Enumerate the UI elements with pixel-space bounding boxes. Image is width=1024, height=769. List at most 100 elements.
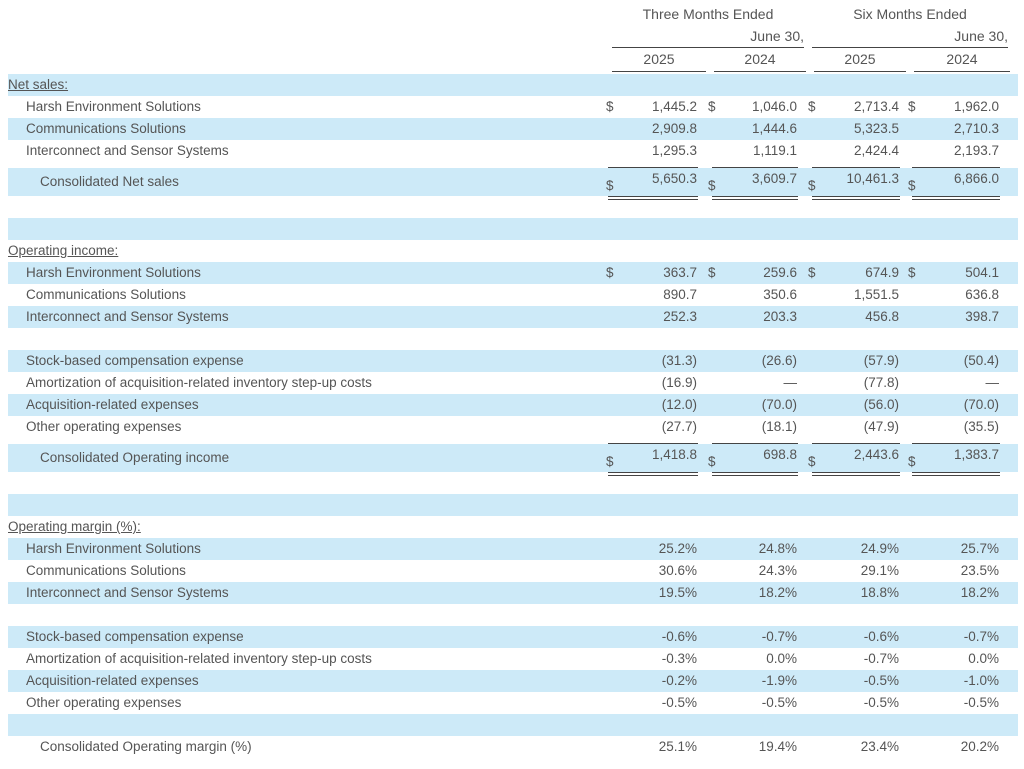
total-double-rule bbox=[712, 196, 798, 197]
table-row: Stock-based compensation expense -0.6% -0.… bbox=[8, 626, 1018, 648]
row-label: Amortization of acquisition-related inve… bbox=[26, 375, 372, 390]
cell-value: 1,551.5 bbox=[853, 287, 899, 302]
cell-value: -1.9% bbox=[761, 673, 797, 688]
currency-symbol: $ bbox=[708, 99, 716, 114]
cell-value: -0.5% bbox=[863, 695, 899, 710]
cell-value: 0.0% bbox=[968, 651, 999, 666]
cell-value: -0.7% bbox=[761, 629, 797, 644]
total-double-rule bbox=[912, 475, 1000, 476]
table-row: Other operating expenses (27.7) (18.1) (47.… bbox=[8, 416, 1018, 438]
section-title: Operating margin (%): bbox=[8, 519, 141, 534]
subtotal-rule bbox=[912, 167, 1000, 168]
cell-value: 363.7 bbox=[663, 265, 697, 280]
cell-value: 10,461.3 bbox=[846, 171, 899, 186]
cell-value: 1,295.3 bbox=[651, 143, 697, 158]
row-label: Harsh Environment Solutions bbox=[26, 265, 201, 280]
cell-value: (70.0) bbox=[761, 397, 797, 412]
cell-value: 23.4% bbox=[860, 739, 899, 754]
table-row: Harsh Environment Solutions 25.2% 24.8% 24.… bbox=[8, 538, 1018, 560]
cell-value: -0.6% bbox=[661, 629, 697, 644]
currency-symbol: $ bbox=[908, 265, 916, 280]
section-header-row: Net sales: bbox=[8, 74, 1018, 96]
cell-value: 504.1 bbox=[965, 265, 999, 280]
total-double-rule bbox=[912, 196, 1000, 197]
cell-value: 18.2% bbox=[960, 585, 999, 600]
cell-value: 674.9 bbox=[865, 265, 899, 280]
cell-value: 1,383.7 bbox=[953, 447, 999, 462]
cell-value: 30.6% bbox=[658, 563, 697, 578]
cell-value: 259.6 bbox=[763, 265, 797, 280]
subtotal-rule bbox=[812, 167, 900, 168]
total-double-rule bbox=[608, 199, 698, 200]
currency-symbol: $ bbox=[808, 265, 816, 280]
row-label: Interconnect and Sensor Systems bbox=[26, 309, 229, 324]
section-header-row: Operating income: bbox=[8, 240, 1018, 262]
cell-value: 2,443.6 bbox=[853, 447, 899, 462]
row-label: Interconnect and Sensor Systems bbox=[26, 585, 229, 600]
cell-value: 698.8 bbox=[763, 447, 797, 462]
cell-value: (27.7) bbox=[661, 419, 697, 434]
subtotal-rule bbox=[812, 443, 900, 444]
cell-value: -0.7% bbox=[963, 629, 999, 644]
table-row: Amortization of acquisition-related inve… bbox=[8, 648, 1018, 670]
blank-row bbox=[8, 328, 1018, 350]
cell-value: -0.5% bbox=[863, 673, 899, 688]
currency-symbol: $ bbox=[606, 265, 614, 280]
table-row: Interconnect and Sensor Systems 19.5% 18.2… bbox=[8, 582, 1018, 604]
blank-row bbox=[8, 494, 1018, 516]
total-double-rule bbox=[912, 199, 1000, 200]
table-row: Consolidated Net sales 5,650.3 $3,609.7 $10… bbox=[8, 168, 1018, 196]
cell-value: 203.3 bbox=[763, 309, 797, 324]
cell-value: 25.1% bbox=[658, 739, 697, 754]
cell-value: 6,866.0 bbox=[953, 171, 999, 186]
cell-value: (35.5) bbox=[963, 419, 999, 434]
cell-value: — bbox=[985, 375, 1000, 390]
cell-value: 636.8 bbox=[965, 287, 999, 302]
row-label: Consolidated Operating income bbox=[40, 450, 230, 465]
cell-value: 2,710.3 bbox=[953, 121, 999, 136]
cell-value: (47.9) bbox=[863, 419, 899, 434]
cell-value: 24.3% bbox=[758, 563, 797, 578]
table-body: Net sales: Harsh Environment Solutions 1,4… bbox=[0, 0, 1024, 769]
cell-value: -0.3% bbox=[661, 651, 697, 666]
cell-value: 19.5% bbox=[658, 585, 697, 600]
total-double-rule bbox=[812, 199, 900, 200]
table-row: Amortization of acquisition-related inve… bbox=[8, 372, 1018, 394]
row-label: Stock-based compensation expense bbox=[26, 353, 244, 368]
subtotal-rule bbox=[712, 167, 798, 168]
row-label: Consolidated Operating margin (%) bbox=[40, 739, 252, 754]
cell-value: (18.1) bbox=[761, 419, 797, 434]
cell-value: 25.2% bbox=[658, 541, 697, 556]
table-row: Stock-based compensation expense (31.3) (2… bbox=[8, 350, 1018, 372]
currency-symbol: $ bbox=[708, 265, 716, 280]
row-label: Communications Solutions bbox=[26, 121, 186, 136]
cell-value: 18.2% bbox=[758, 585, 797, 600]
row-label: Communications Solutions bbox=[26, 287, 186, 302]
cell-value: 2,193.7 bbox=[953, 143, 999, 158]
total-double-rule bbox=[608, 475, 698, 476]
cell-value: -0.5% bbox=[963, 695, 999, 710]
table-row: Communications Solutions 2,909.8 1,444.6 5,… bbox=[8, 118, 1018, 140]
row-label: Acquisition-related expenses bbox=[26, 397, 199, 412]
row-label: Acquisition-related expenses bbox=[26, 673, 199, 688]
cell-value: (12.0) bbox=[661, 397, 697, 412]
table-row: Harsh Environment Solutions 1,445.2 $1,046… bbox=[8, 96, 1018, 118]
cell-value: 23.5% bbox=[960, 563, 999, 578]
cell-value: — bbox=[783, 375, 798, 390]
row-label: Other operating expenses bbox=[26, 419, 182, 434]
cell-value: (70.0) bbox=[963, 397, 999, 412]
currency-symbol: $ bbox=[606, 99, 614, 114]
cell-value: 0.0% bbox=[766, 651, 797, 666]
row-label: Communications Solutions bbox=[26, 563, 186, 578]
total-double-rule bbox=[912, 472, 1000, 473]
cell-value: (16.9) bbox=[661, 375, 697, 390]
table-row: Acquisition-related expenses -0.2% -1.9% -0… bbox=[8, 670, 1018, 692]
total-double-rule bbox=[812, 196, 900, 197]
cell-value: (50.4) bbox=[963, 353, 999, 368]
cell-value: 20.2% bbox=[960, 739, 999, 754]
subtotal-rule bbox=[712, 443, 798, 444]
currency-symbol: $ bbox=[808, 99, 816, 114]
row-label: Harsh Environment Solutions bbox=[26, 541, 201, 556]
row-label: Harsh Environment Solutions bbox=[26, 99, 201, 114]
table-row: Interconnect and Sensor Systems 252.3 203.… bbox=[8, 306, 1018, 328]
